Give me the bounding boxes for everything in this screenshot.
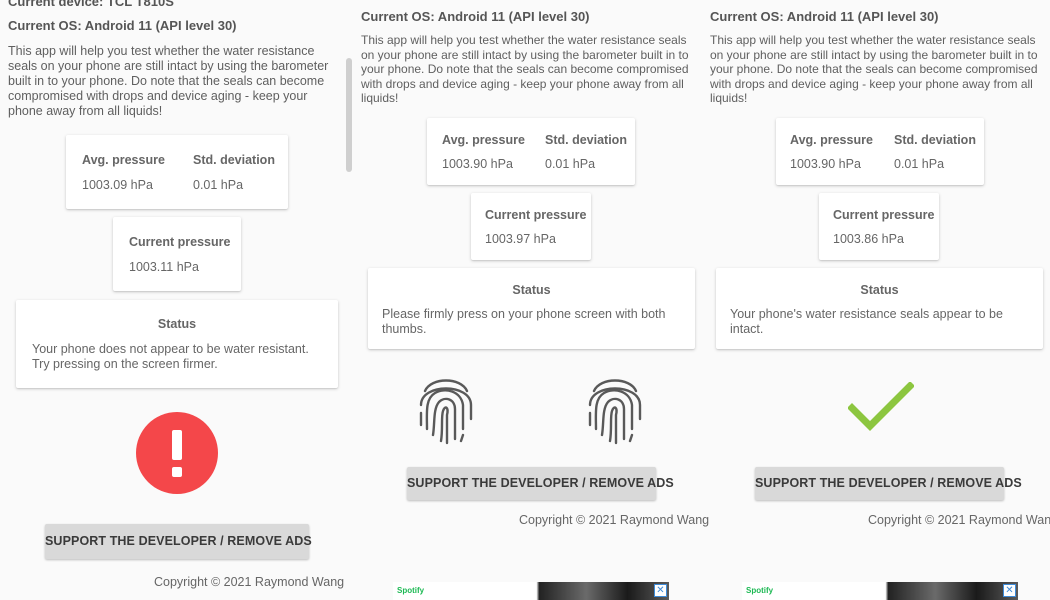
- current-os-label: Current OS: Android 11 (API level 30): [710, 9, 939, 24]
- status-title: Status: [512, 283, 551, 297]
- copyright-text: Copyright © 2021 Raymond Wang: [868, 513, 1050, 527]
- status-title: Status: [860, 283, 899, 297]
- current-pressure-card: Current pressure 1003.97 hPa: [471, 193, 591, 260]
- avg-pressure-value: 1003.09 hPa: [82, 178, 153, 192]
- current-pressure-card: Current pressure 1003.86 hPa: [819, 193, 939, 260]
- checkmark-icon: [847, 381, 915, 432]
- current-pressure-label: Current pressure: [129, 235, 231, 249]
- copyright-text: Copyright © 2021 Raymond Wang: [154, 575, 345, 589]
- std-deviation-label: Std. deviation: [545, 133, 627, 147]
- avg-pressure-label: Avg. pressure: [442, 133, 525, 147]
- std-deviation-value: 0.01 hPa: [545, 157, 596, 171]
- std-deviation-label: Std. deviation: [193, 153, 275, 167]
- left-fingerprint-icon[interactable]: [417, 369, 475, 445]
- status-message: Your phone does not appear to be water r…: [32, 342, 309, 371]
- ad-close-icon[interactable]: ✕: [654, 584, 667, 597]
- avg-pressure-label: Avg. pressure: [82, 153, 165, 167]
- spotify-logo: Spotify: [746, 586, 774, 595]
- status-card: Status Your phone's water resistance sea…: [716, 268, 1043, 349]
- avg-pressure-value: 1003.90 hPa: [790, 157, 861, 171]
- std-deviation-value: 0.01 hPa: [193, 178, 244, 192]
- alert-icon: [136, 412, 218, 494]
- avg-pressure-value: 1003.90 hPa: [442, 157, 513, 171]
- std-deviation-label: Std. deviation: [894, 133, 976, 147]
- screen-passed: Current OS: Android 11 (API level 30) Th…: [700, 0, 1050, 600]
- pressure-stats-card: Avg. pressure 1003.90 hPa Std. deviation…: [776, 118, 984, 185]
- spotify-logo: Spotify: [397, 586, 425, 595]
- current-pressure-card: Current pressure 1003.11 hPa: [113, 217, 241, 291]
- ad-banner[interactable]: Spotify ✕: [742, 582, 1018, 600]
- app-description: This app will help you test whether the …: [361, 33, 689, 105]
- copyright-text: Copyright © 2021 Raymond Wang: [519, 513, 710, 527]
- current-os-label: Current OS: Android 11 (API level 30): [361, 9, 590, 24]
- current-device-label: Current device: TCL T810S: [8, 0, 174, 9]
- current-os-label: Current OS: Android 11 (API level 30): [8, 18, 237, 33]
- support-developer-button[interactable]: SUPPORT THE DEVELOPER / REMOVE ADS: [755, 467, 1022, 500]
- status-card: Status Your phone does not appear to be …: [16, 300, 338, 388]
- support-developer-button[interactable]: SUPPORT THE DEVELOPER / REMOVE ADS: [45, 524, 312, 559]
- support-developer-button[interactable]: SUPPORT THE DEVELOPER / REMOVE ADS: [407, 467, 674, 500]
- current-pressure-label: Current pressure: [485, 208, 587, 222]
- pressure-stats-card: Avg. pressure 1003.09 hPa Std. deviation…: [66, 135, 288, 209]
- current-pressure-value: 1003.97 hPa: [485, 232, 556, 246]
- status-message: Your phone's water resistance seals appe…: [730, 307, 1003, 336]
- current-pressure-value: 1003.86 hPa: [833, 232, 904, 246]
- ad-close-icon[interactable]: ✕: [1003, 584, 1016, 597]
- pressure-stats-card: Avg. pressure 1003.90 hPa Std. deviation…: [427, 118, 635, 185]
- app-description: This app will help you test whether the …: [8, 44, 329, 118]
- status-message: Please firmly press on your phone screen…: [382, 307, 666, 336]
- app-description: This app will help you test whether the …: [710, 33, 1038, 105]
- status-title: Status: [157, 317, 197, 331]
- screen-failed: Current device: TCL T810S Current OS: An…: [0, 0, 352, 600]
- current-pressure-value: 1003.11 hPa: [129, 260, 199, 274]
- avg-pressure-label: Avg. pressure: [790, 133, 873, 147]
- status-card: Status Please firmly press on your phone…: [368, 268, 695, 349]
- std-deviation-value: 0.01 hPa: [894, 157, 945, 171]
- current-pressure-label: Current pressure: [833, 208, 935, 222]
- right-fingerprint-icon[interactable]: [586, 369, 644, 445]
- screen-press-prompt: Current OS: Android 11 (API level 30) Th…: [350, 0, 709, 600]
- ad-banner[interactable]: Spotify ✕: [393, 582, 669, 600]
